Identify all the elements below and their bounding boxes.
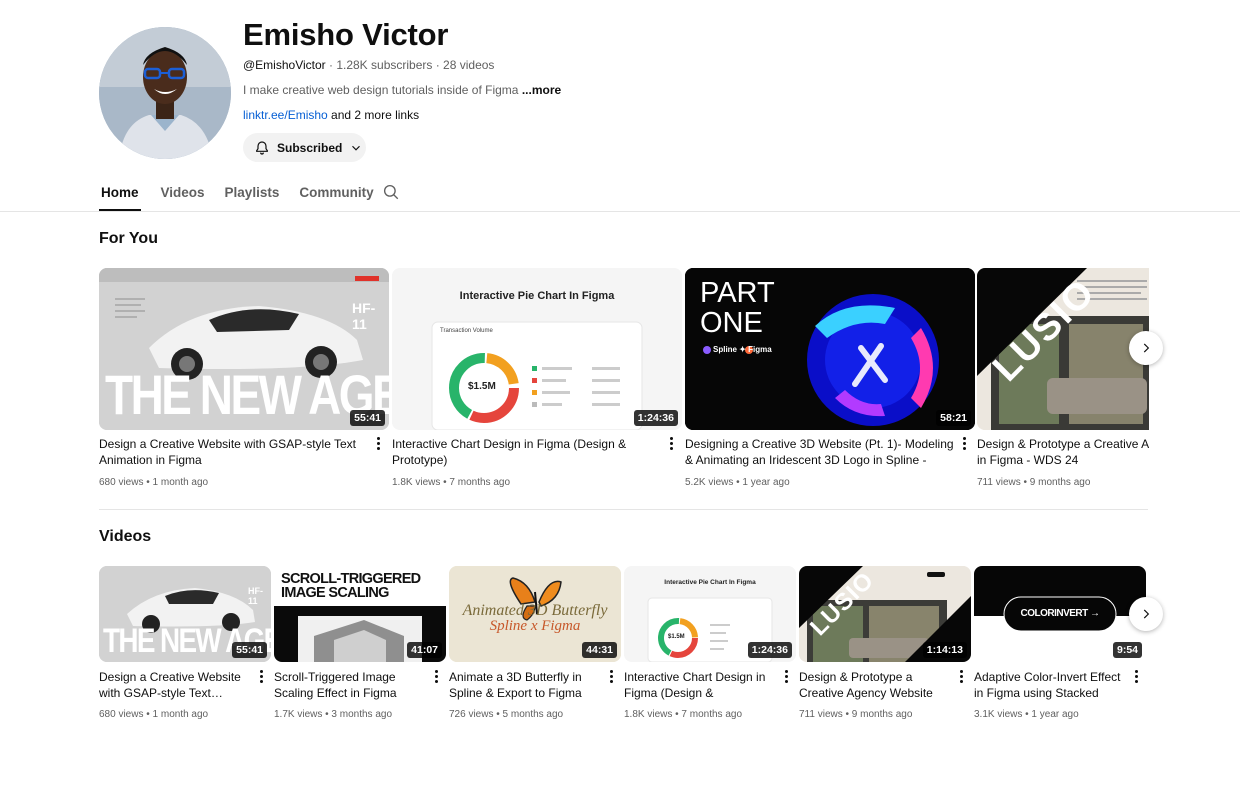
duration-badge: 1:24:36 (633, 410, 678, 426)
video-meta: 1.8K views • 7 months ago (624, 709, 743, 720)
chevron-down-icon (352, 145, 361, 151)
video-thumbnail[interactable]: Interactive Pie Chart In Figma $1.5M 1:2… (624, 566, 796, 662)
more-options-icon[interactable] (960, 670, 964, 685)
tab-videos[interactable]: Videos (161, 176, 205, 211)
more-options-icon[interactable] (610, 670, 614, 685)
channel-handle: @EmishoVictor (243, 58, 326, 72)
thumbnail-brands: Spline ✦ Figma (713, 345, 772, 354)
video-thumbnail[interactable]: COLORINVERT → 9:54 (974, 566, 1146, 662)
more-options-icon[interactable] (785, 670, 789, 685)
subscribed-button[interactable]: Subscribed (243, 133, 366, 162)
thumbnail-value: $1.5M (468, 381, 496, 392)
video-title[interactable]: Animate a 3D Butterfly in Spline & Expor… (449, 669, 595, 701)
video-meta: 1.7K views • 3 months ago (274, 709, 393, 720)
duration-badge: 1:24:36 (747, 642, 792, 658)
channel-tabs: Home Videos Playlists Community (99, 176, 394, 212)
thumbnail-value: $1.5M (668, 634, 685, 640)
channel-name: Emisho Victor (243, 17, 449, 52)
videos-section-title: Videos (99, 528, 152, 545)
video-meta: 680 views • 1 month ago (99, 709, 209, 720)
channel-links: linktr.ee/Emisho and 2 more links (243, 108, 419, 122)
channel-link[interactable]: linktr.ee/Emisho (243, 108, 328, 122)
more-options-icon[interactable] (260, 670, 264, 685)
thumbnail-headline: THE NEW AGE (105, 363, 389, 426)
video-title[interactable]: Interactive Chart Design in Figma (Desig… (392, 436, 650, 468)
video-title[interactable]: Adaptive Color-Invert Effect in Figma us… (974, 669, 1122, 701)
thumbnail-headline: PART ONE (700, 277, 775, 339)
chevron-right-icon (1143, 609, 1150, 619)
more-options-icon[interactable] (670, 437, 674, 452)
for-you-title: For You (99, 230, 158, 247)
tab-home[interactable]: Home (99, 176, 141, 211)
more-options-icon[interactable] (435, 670, 439, 685)
channel-avatar (99, 27, 231, 159)
clipped-card: LUSIO Design & Prototype a Creative Agen… (977, 268, 1149, 498)
more-options-icon[interactable] (377, 437, 381, 452)
video-title[interactable]: Design & Prototype a Creative Agency Web… (977, 436, 1149, 468)
subscribed-label: Subscribed (277, 140, 343, 155)
video-title[interactable]: Designing a Creative 3D Website (Pt. 1)-… (685, 436, 955, 468)
channel-stats: · 1.28K subscribers · 28 videos (329, 58, 495, 72)
video-thumbnail[interactable]: HF-11 THE NEW AGE 55:41 (99, 268, 389, 430)
bell-icon (256, 140, 268, 155)
section-divider (99, 509, 1148, 510)
carousel-next-button[interactable] (1129, 331, 1163, 365)
tabs-divider (0, 211, 1240, 212)
video-thumbnail[interactable]: SCROLL-TRIGGERED IMAGE SCALING 41:07 (274, 566, 446, 662)
more-button[interactable]: ...more (522, 83, 561, 97)
carousel-next-button[interactable] (1129, 597, 1163, 631)
video-title[interactable]: Interactive Chart Design in Figma (Desig… (624, 669, 770, 701)
duration-badge: 55:41 (350, 410, 385, 426)
duration-badge: 41:07 (407, 642, 442, 658)
duration-badge: 9:54 (1112, 642, 1142, 658)
channel-meta: @EmishoVictor · 1.28K subscribers · 28 v… (243, 58, 494, 72)
video-meta: 711 views • 9 months ago (977, 477, 1091, 488)
channel-description[interactable]: I make creative web design tutorials ins… (243, 83, 561, 97)
thumbnail-badge: HF-11 (352, 300, 376, 332)
channel-search-button[interactable] (382, 183, 400, 206)
video-title[interactable]: Scroll-Triggered Image Scaling Effect in… (274, 669, 420, 701)
video-thumbnail[interactable]: LUSIO 1:14:13 (799, 566, 971, 662)
video-meta: 711 views • 9 months ago (799, 709, 913, 720)
search-icon (383, 184, 399, 200)
tab-community[interactable]: Community (299, 176, 373, 211)
video-thumbnail[interactable]: LUSIO (977, 268, 1149, 430)
more-links-button[interactable]: and 2 more links (331, 108, 419, 122)
thumbnail-headline: Interactive Pie Chart In Figma (459, 290, 615, 302)
description-text: I make creative web design tutorials ins… (243, 83, 519, 97)
video-thumbnail[interactable]: Animated 3D Butterfly Spline x Figma 44:… (449, 566, 621, 662)
more-options-icon[interactable] (1135, 670, 1139, 685)
thumbnail-badge: HF-11 (248, 586, 263, 606)
duration-badge: 58:21 (936, 410, 971, 426)
video-title[interactable]: Design & Prototype a Creative Agency Web… (799, 669, 945, 701)
video-meta: 3.1K views • 1 year ago (974, 709, 1079, 720)
chevron-right-icon (1143, 343, 1150, 353)
duration-badge: 55:41 (232, 642, 267, 658)
video-meta: 726 views • 5 months ago (449, 709, 564, 720)
video-title[interactable]: Design a Creative Website with GSAP-styl… (99, 669, 245, 701)
duration-badge: 44:31 (582, 642, 617, 658)
duration-badge: 1:14:13 (922, 642, 967, 658)
video-meta: 5.2K views • 1 year ago (685, 477, 790, 488)
more-options-icon[interactable] (963, 437, 967, 452)
video-meta: 680 views • 1 month ago (99, 477, 209, 488)
tab-playlists[interactable]: Playlists (225, 176, 280, 211)
thumbnail-headline: Interactive Pie Chart In Figma (664, 579, 756, 586)
video-thumbnail[interactable]: HF-11 THE NEW AGE 55:41 (99, 566, 271, 662)
thumbnail-subtext: Spline x Figma (489, 618, 581, 634)
thumbnail-headline: COLORINVERT → (1020, 608, 1100, 619)
video-title[interactable]: Design a Creative Website with GSAP-styl… (99, 436, 357, 468)
video-thumbnail[interactable]: Interactive Pie Chart In Figma Transacti… (392, 268, 682, 430)
thumbnail-headline: SCROLL-TRIGGERED IMAGE SCALING (281, 571, 421, 601)
video-thumbnail[interactable]: PART ONE Spline ✦ Figma 58:21 (685, 268, 975, 430)
video-meta: 1.8K views • 7 months ago (392, 477, 511, 488)
thumbnail-subtext: Transaction Volume (440, 328, 493, 334)
